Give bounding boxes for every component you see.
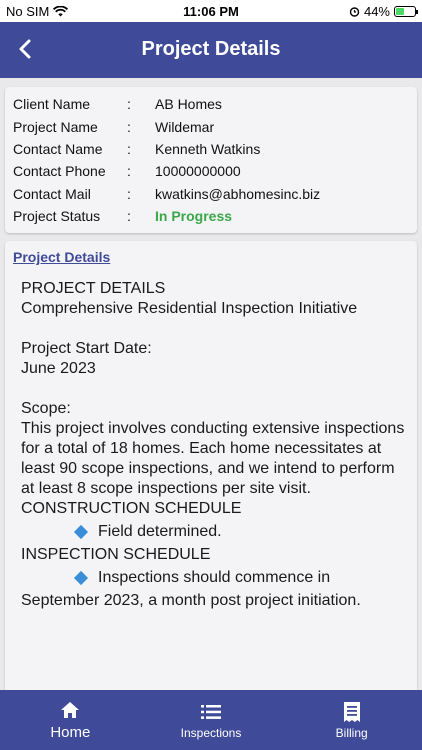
alarm-icon bbox=[349, 7, 360, 17]
page-title: Project Details bbox=[141, 38, 281, 60]
list-item: Field determined. bbox=[21, 522, 407, 542]
info-row-contact-phone: Contact Phone : 10000000000 bbox=[13, 160, 409, 182]
construction-schedule-label: CONSTRUCTION SCHEDULE bbox=[21, 500, 242, 517]
tab-inspections[interactable]: Inspections bbox=[141, 690, 282, 750]
status-badge: In Progress bbox=[155, 208, 233, 225]
start-date-value: June 2023 bbox=[21, 360, 96, 377]
project-info-card: Client Name : AB Homes Project Name : Wi… bbox=[5, 87, 417, 233]
info-separator: : bbox=[127, 208, 131, 225]
tab-billing[interactable]: Billing bbox=[281, 690, 422, 750]
list-icon bbox=[201, 701, 221, 723]
list-item: Inspections should commence in bbox=[21, 568, 407, 588]
info-separator: : bbox=[127, 140, 131, 157]
tab-label: Inspections bbox=[180, 725, 242, 740]
scope-text: This project involves conducting extensi… bbox=[21, 420, 405, 497]
info-row-project-name: Project Name : Wildemar bbox=[13, 115, 409, 137]
info-separator: : bbox=[127, 163, 131, 180]
bottom-tab-bar: Home Inspections Billing bbox=[0, 690, 422, 750]
inspection-bullet-continuation: September 2023, a month post project ini… bbox=[21, 592, 361, 609]
info-value: kwatkins@abhomesinc.biz bbox=[155, 185, 321, 202]
home-icon bbox=[60, 699, 80, 721]
details-title: PROJECT DETAILS bbox=[21, 280, 166, 297]
construction-bullet-text: Field determined. bbox=[98, 523, 222, 540]
tab-label: Home bbox=[50, 724, 91, 741]
project-details-card: Project Details PROJECT DETAILS Comprehe… bbox=[5, 241, 417, 701]
inspection-schedule-label: INSPECTION SCHEDULE bbox=[21, 546, 211, 563]
info-row-client-name: Client Name : AB Homes bbox=[13, 93, 409, 115]
info-row-contact-mail: Contact Mail : kwatkins@abhomesinc.biz bbox=[13, 183, 409, 205]
inspection-bullet-text: Inspections should commence in bbox=[98, 569, 331, 586]
info-value: Wildemar bbox=[155, 118, 215, 135]
receipt-icon bbox=[343, 701, 361, 723]
info-value: AB Homes bbox=[155, 96, 222, 113]
info-row-project-status: Project Status : In Progress bbox=[13, 205, 409, 227]
info-row-contact-name: Contact Name : Kenneth Watkins bbox=[13, 138, 409, 160]
tab-home[interactable]: Home bbox=[0, 690, 141, 750]
info-label: Project Status bbox=[13, 208, 101, 225]
info-label: Contact Mail bbox=[13, 185, 91, 202]
status-right: 44% bbox=[349, 4, 418, 19]
info-label: Contact Name bbox=[13, 140, 103, 157]
battery-percent: 44% bbox=[363, 4, 390, 19]
details-subtitle: Comprehensive Residential Inspection Ini… bbox=[21, 300, 358, 317]
diamond-bullet-icon bbox=[73, 570, 89, 586]
details-heading-link[interactable]: Project Details bbox=[13, 249, 110, 265]
battery-icon bbox=[394, 6, 418, 17]
start-date-label: Project Start Date: bbox=[21, 340, 152, 357]
info-label: Contact Phone bbox=[13, 163, 106, 180]
tab-label: Billing bbox=[335, 725, 368, 740]
info-label: Project Name bbox=[13, 118, 98, 135]
diamond-bullet-icon bbox=[73, 524, 89, 540]
status-bar: No SIM 11:06 PM 44% bbox=[0, 0, 422, 22]
app-header: Project Details bbox=[0, 22, 422, 78]
info-value: Kenneth Watkins bbox=[155, 140, 261, 157]
info-separator: : bbox=[127, 118, 131, 135]
scope-label: Scope: bbox=[21, 400, 71, 417]
info-separator: : bbox=[127, 96, 131, 113]
details-body: PROJECT DETAILS Comprehensive Residentia… bbox=[21, 279, 407, 611]
info-label: Client Name bbox=[13, 96, 91, 113]
info-value: 10000000000 bbox=[155, 163, 241, 180]
info-separator: : bbox=[127, 185, 131, 202]
